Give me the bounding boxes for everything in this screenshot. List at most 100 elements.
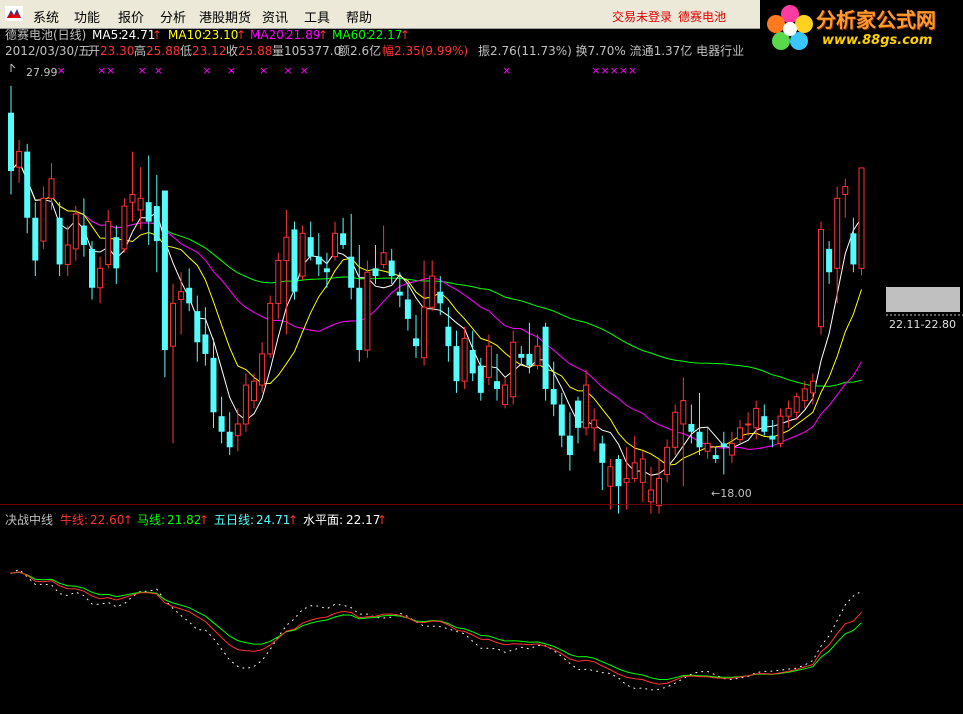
- five-day-arrow-icon: ↑: [288, 513, 298, 527]
- candle-body: [753, 407, 760, 429]
- candle-body: [178, 291, 185, 300]
- candle-body: [323, 268, 330, 273]
- candle-body: [793, 396, 800, 413]
- candle-body: [32, 217, 39, 261]
- horse-line-value: 21.82: [167, 513, 201, 527]
- cow-arrow-icon: ↑: [123, 513, 133, 527]
- candle-body: [40, 197, 47, 242]
- candle: [121, 198, 128, 253]
- candle: [259, 342, 266, 393]
- indicator-header: 决战中线 牛线: 22.60 ↑ 马线: 21.82 ↑ 五日线: 24.71 …: [5, 512, 387, 527]
- water-dots: [10, 568, 862, 691]
- candle-body: [137, 197, 144, 211]
- candle: [818, 221, 824, 335]
- candle: [745, 412, 752, 436]
- candle-body: [129, 193, 136, 203]
- candle-body: [372, 268, 379, 277]
- high-price-label: 27.99: [26, 66, 58, 79]
- candle: [48, 163, 55, 210]
- candle-body: [202, 334, 209, 354]
- menu-analysis[interactable]: 分析: [160, 7, 186, 26]
- menu-hk-futures[interactable]: 港股期货: [199, 7, 251, 26]
- candle-body: [24, 151, 31, 218]
- stats-line: 振2.76(11.73%) 换7.70% 流通1.37亿 电器行业: [478, 43, 744, 58]
- candle-body: [672, 411, 679, 448]
- indicator-lines: [10, 568, 862, 691]
- menu-quote[interactable]: 报价: [118, 7, 144, 26]
- ma60-line: [10, 160, 862, 387]
- open-value: 23.30: [100, 44, 134, 58]
- menu-system[interactable]: 系统: [33, 7, 59, 26]
- candle-body: [356, 287, 363, 351]
- signal-marker: ×: [227, 64, 236, 77]
- candle-body: [615, 458, 622, 487]
- candle-body: [575, 400, 581, 428]
- candle-body: [510, 341, 517, 398]
- menu-tools[interactable]: 工具: [304, 7, 330, 26]
- candle: [510, 330, 517, 405]
- menu-function[interactable]: 功能: [74, 7, 100, 26]
- candle: [16, 139, 23, 183]
- candle: [631, 435, 638, 483]
- candle: [712, 447, 719, 463]
- candle-body: [688, 423, 695, 432]
- candle-body: [858, 167, 865, 269]
- candle: [785, 400, 792, 428]
- candle: [720, 431, 727, 475]
- candle-body: [785, 407, 792, 417]
- candle-body: [680, 400, 687, 425]
- amount-value: 2.6亿: [350, 43, 381, 58]
- candle-body: [267, 302, 274, 355]
- candle: [534, 334, 541, 370]
- ma5-value: 24.71: [121, 28, 155, 42]
- signal-markers: × ×× × × × × × × × × ×××××: [57, 64, 638, 77]
- candle: [502, 377, 509, 409]
- candle: [283, 209, 290, 335]
- candle-body: [745, 423, 752, 426]
- signal-marker: ×: [300, 64, 309, 77]
- candle: [364, 260, 371, 358]
- candle: [809, 373, 816, 405]
- trade-login-status[interactable]: 交易未登录: [612, 8, 672, 25]
- candle-body: [315, 256, 322, 265]
- candle-body: [550, 388, 557, 405]
- candle-body: [664, 446, 671, 476]
- candle: [356, 244, 363, 362]
- candle-body: [656, 477, 662, 507]
- candle-body: [469, 350, 476, 374]
- candlestick-series[interactable]: [8, 85, 865, 514]
- candle-body: [113, 237, 120, 269]
- menu-news[interactable]: 资讯: [262, 7, 288, 26]
- candle-body: [413, 338, 419, 347]
- candle-body: [340, 233, 347, 245]
- candle: [494, 353, 500, 401]
- candle-body: [105, 221, 112, 265]
- candle: [728, 431, 735, 463]
- candle: [558, 392, 565, 448]
- candle: [332, 221, 338, 261]
- volume-value: 105377.0: [284, 44, 341, 58]
- candle-body: [712, 455, 719, 459]
- candle-body: [307, 237, 314, 257]
- signal-marker: ×: [138, 64, 147, 77]
- candle-body: [526, 353, 533, 366]
- candle-body: [396, 291, 403, 296]
- stock-chart-area[interactable]: 德赛电池(日线) MA5: 24.71 ↑ MA10: 23.10 ↑ MA20…: [0, 28, 963, 714]
- candle-body: [380, 252, 387, 265]
- candle-body: [234, 423, 241, 437]
- candle: [202, 307, 209, 366]
- candle-body: [461, 337, 468, 382]
- candle-body: [404, 299, 411, 319]
- candle: [421, 260, 428, 366]
- candle-body: [534, 345, 541, 367]
- candle-body: [291, 229, 298, 292]
- candle-body: [842, 186, 849, 195]
- candle: [210, 338, 217, 428]
- volume-label: 量: [272, 44, 284, 58]
- candle: [607, 458, 614, 510]
- amount-label: 额: [338, 44, 350, 58]
- ma60-label: MA60:: [332, 28, 370, 42]
- menu-help[interactable]: 帮助: [346, 7, 372, 26]
- candle-body: [696, 431, 703, 448]
- candle-body: [801, 388, 808, 402]
